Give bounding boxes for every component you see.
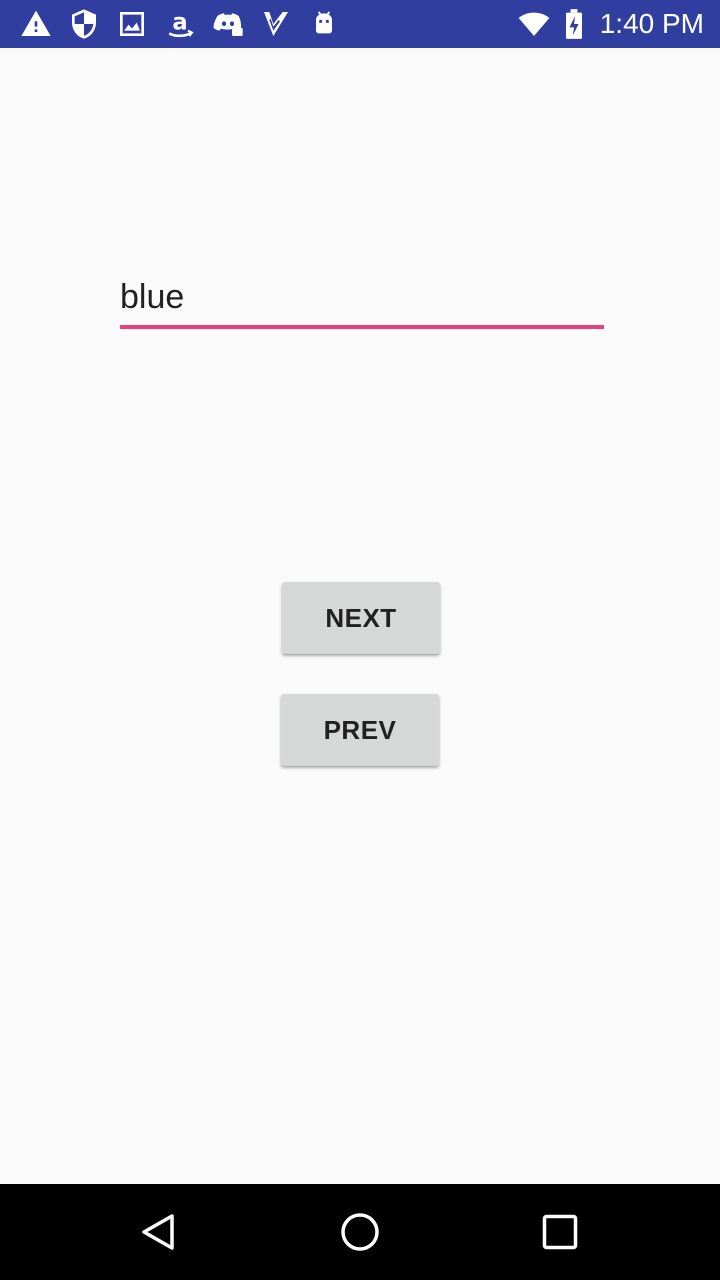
wifi-icon <box>516 8 552 40</box>
next-button[interactable]: NEXT <box>282 582 440 654</box>
discord-icon <box>212 8 244 40</box>
battery-charging-icon <box>560 8 588 40</box>
check-icon <box>260 8 292 40</box>
back-icon[interactable] <box>136 1208 184 1256</box>
warning-icon <box>20 8 52 40</box>
text-field[interactable] <box>120 270 604 330</box>
status-time: 1:40 PM <box>599 8 704 39</box>
text-input[interactable] <box>120 270 604 324</box>
android-icon <box>308 8 340 40</box>
recents-icon[interactable] <box>536 1208 584 1256</box>
status-bar: a 1:40 PM <box>0 0 720 48</box>
app-screen: a 1:40 PM NEXT PREV <box>0 0 720 1280</box>
svg-text:a: a <box>172 9 187 35</box>
image-icon <box>116 8 148 40</box>
shield-icon <box>68 8 100 40</box>
navigation-bar <box>0 1184 720 1280</box>
text-field-underline <box>120 325 604 329</box>
amazon-icon: a <box>164 8 196 40</box>
prev-button[interactable]: PREV <box>281 694 439 766</box>
home-icon[interactable] <box>336 1208 384 1256</box>
